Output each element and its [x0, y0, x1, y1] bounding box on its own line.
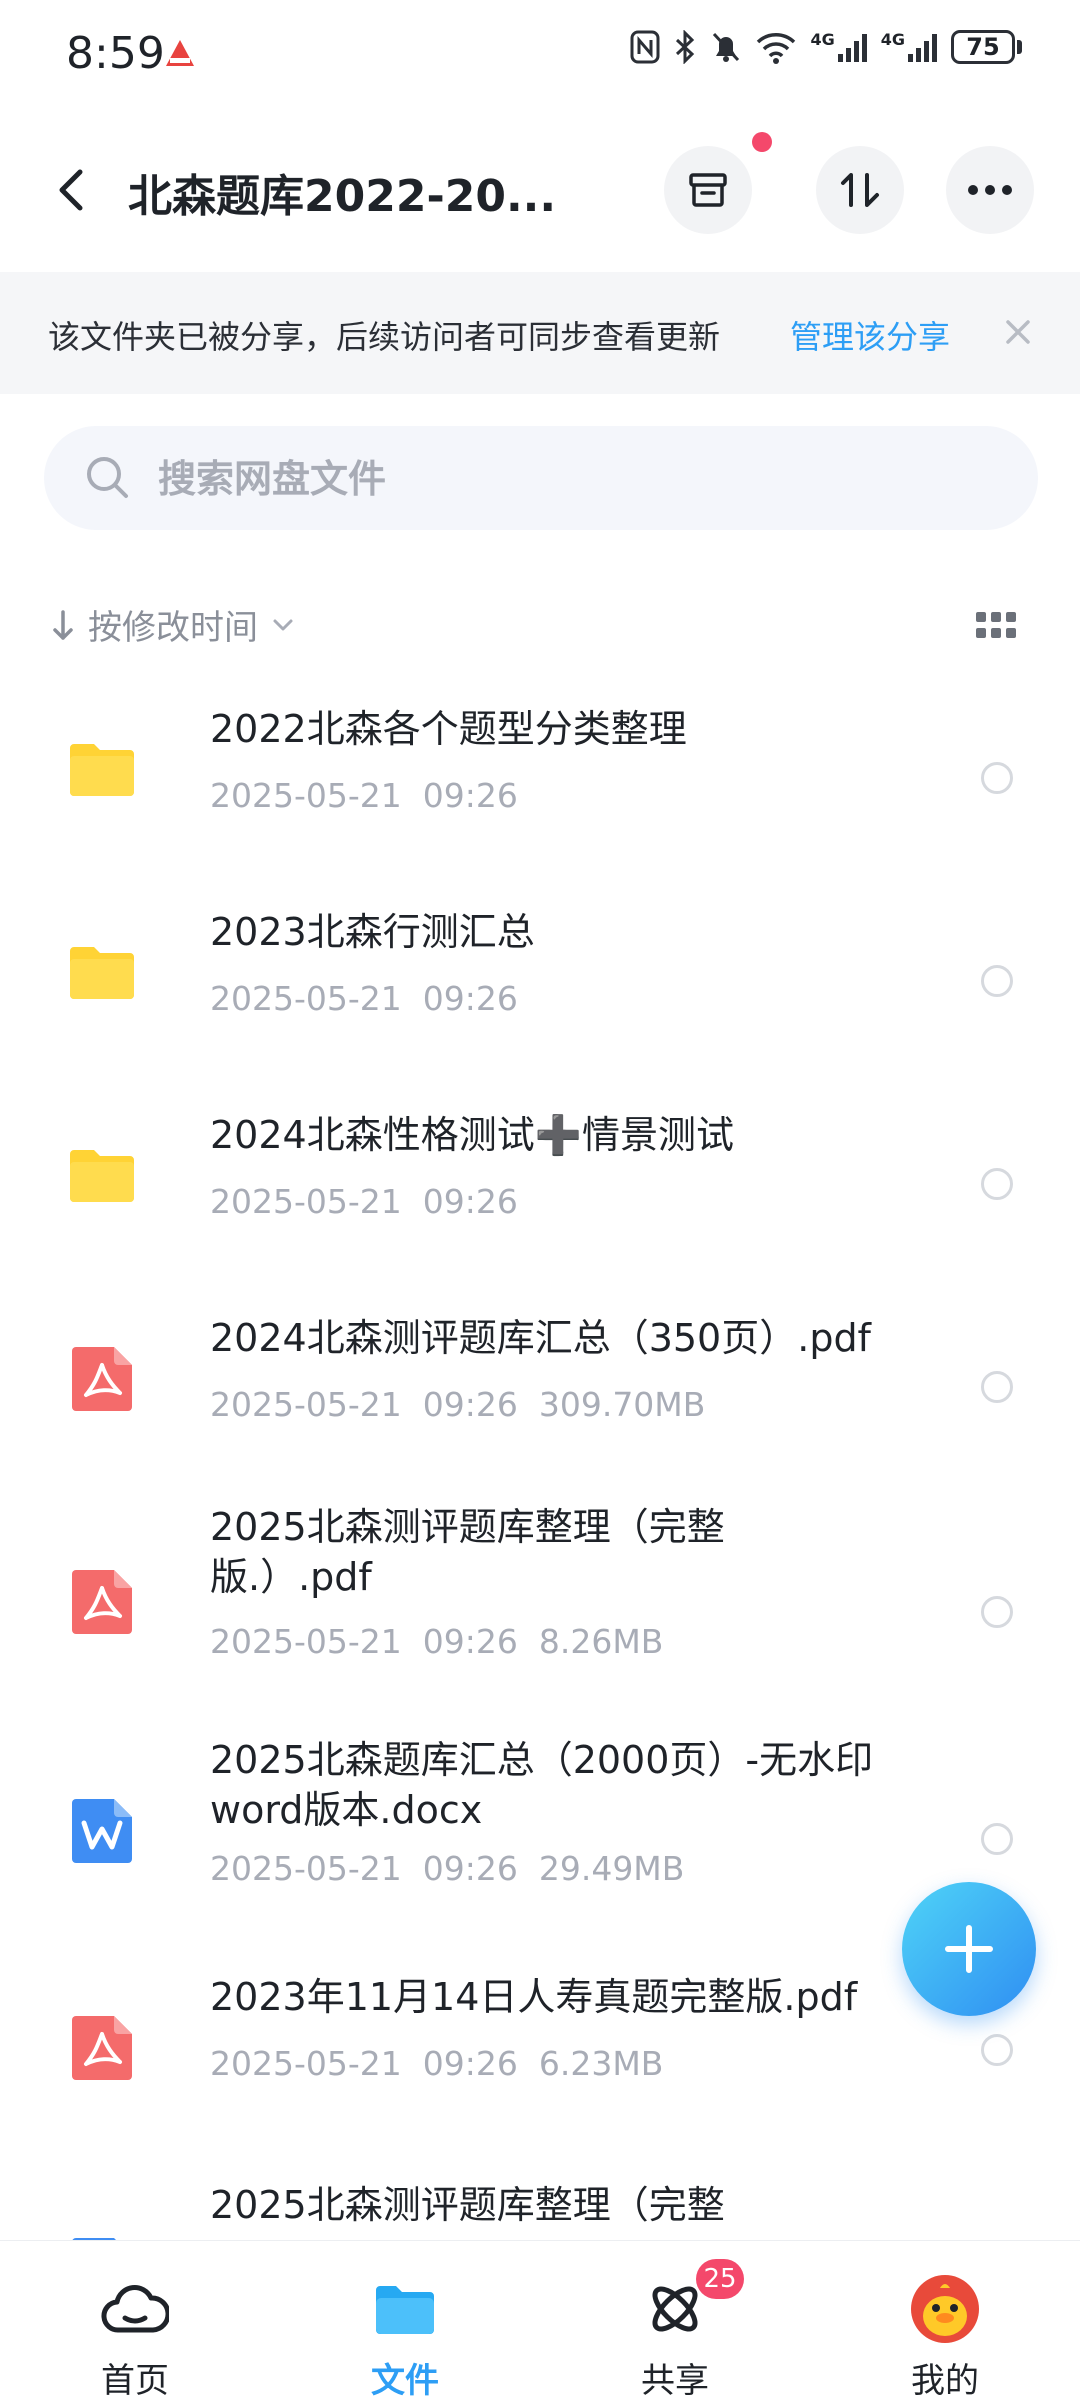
select-radio[interactable] [981, 1168, 1013, 1200]
arrow-down-icon [53, 609, 73, 640]
top-bar: 北森题库2022-20... [0, 130, 1080, 250]
banner-close-button[interactable] [996, 310, 1040, 354]
notification-dot [752, 132, 772, 152]
search-input[interactable] [156, 448, 960, 510]
chevron-down-icon [273, 619, 293, 630]
nav-label: 首页 [101, 2361, 169, 2401]
nav-item-mine[interactable]: 我的 [810, 2241, 1080, 2404]
page-title: 北森题库2022-20... [128, 171, 557, 222]
file-row[interactable]: 2025北森测评题库整理（完整版.）.pdf 2025-05-21 09:26 … [0, 1492, 1080, 1732]
close-icon [1006, 320, 1030, 344]
search-icon [87, 457, 128, 498]
folder-icon [70, 947, 134, 999]
more-dots-icon [968, 185, 1012, 195]
file-name: 2024北森测评题库汇总（350页）.pdf [210, 1316, 871, 1360]
file-row[interactable]: 2022北森各个题型分类整理 2025-05-21 09:26 [0, 680, 1080, 880]
back-button[interactable] [40, 158, 104, 222]
nav-item-share[interactable]: 25 共享 [540, 2241, 810, 2404]
archive-button[interactable] [664, 146, 752, 234]
bluetooth-icon [676, 30, 695, 64]
file-meta: 2025-05-21 09:26 8.26MB [210, 1622, 664, 1661]
pdf-file-icon [72, 2016, 132, 2080]
file-meta: 2025-05-21 09:26 [210, 979, 518, 1018]
file-meta: 2025-05-21 09:26 6.23MB [210, 2044, 664, 2083]
file-meta: 2025-05-21 09:26 [210, 776, 518, 815]
word-file-icon [72, 1799, 132, 1863]
bottom-nav: 首页 文件 25 共享 我的 [0, 2240, 1080, 2404]
nav-item-files[interactable]: 文件 [270, 2241, 540, 2404]
select-radio[interactable] [981, 2034, 1013, 2066]
plus-icon [945, 1925, 993, 1973]
file-meta: 2025-05-21 09:26 309.70MB [210, 1385, 706, 1424]
select-radio[interactable] [981, 1596, 1013, 1628]
wifi-icon [757, 33, 796, 64]
file-row[interactable]: 2025北森测评题库整理（完整 [0, 2180, 1080, 2240]
file-meta: 2025-05-21 09:26 29.49MB [210, 1849, 685, 1888]
transfer-arrows-icon [841, 173, 879, 207]
avatar-duck-icon [909, 2273, 981, 2345]
more-button[interactable] [946, 146, 1034, 234]
share-badge: 25 [696, 2259, 744, 2299]
chevron-left-icon [59, 169, 83, 211]
transfer-button[interactable] [816, 146, 904, 234]
select-radio[interactable] [981, 762, 1013, 794]
cloud-home-icon [99, 2273, 171, 2345]
archive-box-icon [689, 173, 727, 207]
nav-label: 文件 [371, 2361, 439, 2401]
share-banner: 该文件夹已被分享，后续访问者可同步查看更新 管理该分享 [0, 272, 1080, 394]
status-icons: 4G 4G 75 [630, 30, 1022, 64]
manage-share-link[interactable]: 管理该分享 [790, 312, 950, 358]
nfc-icon [630, 30, 660, 64]
nav-label: 共享 [641, 2361, 709, 2401]
app-notification-icon [166, 40, 194, 66]
sort-label: 按修改时间 [88, 608, 258, 648]
file-row[interactable]: 2023北森行测汇总 2025-05-21 09:26 [0, 883, 1080, 1083]
nav-item-home[interactable]: 首页 [0, 2241, 270, 2404]
file-name: 2022北森各个题型分类整理 [210, 707, 687, 751]
mute-bell-icon [713, 32, 740, 62]
nav-label: 我的 [911, 2361, 979, 2401]
file-name: 2023年11月14日人寿真题完整版.pdf [210, 1975, 858, 2019]
file-name: 2025北森题库汇总（2000页）-无水印word版本.docx [210, 1738, 874, 1832]
sort-toggle[interactable]: 按修改时间 [52, 600, 294, 649]
select-radio[interactable] [981, 1823, 1013, 1855]
folder-icon [70, 1150, 134, 1202]
folder-icon [369, 2273, 441, 2345]
pdf-file-icon [72, 1570, 132, 1634]
file-meta: 2025-05-21 09:26 [210, 1182, 518, 1221]
select-radio[interactable] [981, 965, 1013, 997]
status-time: 8:59 [66, 28, 165, 79]
select-radio[interactable] [981, 1371, 1013, 1403]
pdf-file-icon [72, 1347, 132, 1411]
signal-4g-icon-2: 4G [881, 32, 937, 62]
battery-level: 75 [951, 30, 1015, 64]
grid-view-button[interactable] [976, 612, 1016, 644]
file-row[interactable]: 2024北森性格测试➕情景测试 2025-05-21 09:26 [0, 1086, 1080, 1286]
file-row[interactable]: 2024北森测评题库汇总（350页）.pdf 2025-05-21 09:26 … [0, 1289, 1080, 1489]
add-button[interactable] [902, 1882, 1036, 2016]
file-name: 2025北森测评题库整理（完整 [210, 2183, 725, 2227]
search-box[interactable] [44, 426, 1038, 530]
signal-4g-icon: 4G [810, 32, 867, 62]
sort-bar: 按修改时间 [0, 594, 1080, 658]
status-bar: 8:59 4G 4G 75 [0, 0, 1080, 110]
file-name: 2025北森测评题库整理（完整版.）.pdf [210, 1505, 725, 1599]
folder-icon [70, 744, 134, 796]
file-name: 2024北森性格测试➕情景测试 [210, 1113, 735, 1157]
share-banner-text: 该文件夹已被分享，后续访问者可同步查看更新 [48, 318, 721, 356]
grid-view-icon [976, 612, 1016, 638]
file-name: 2023北森行测汇总 [210, 910, 535, 954]
battery-icon: 75 [951, 30, 1022, 64]
